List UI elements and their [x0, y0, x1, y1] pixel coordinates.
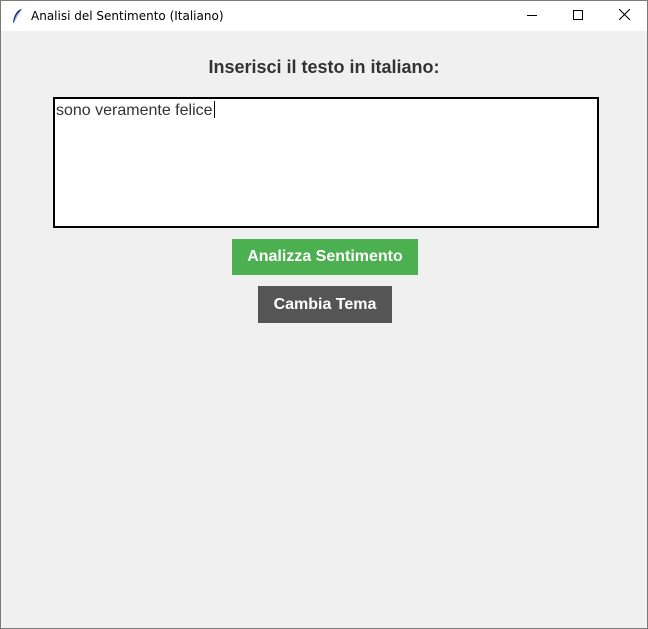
change-theme-button[interactable]: Cambia Tema	[258, 286, 392, 323]
app-window: Analisi del Sentimento (Italiano) Inseri…	[0, 0, 648, 629]
window-controls	[509, 1, 647, 31]
window-title: Analisi del Sentimento (Italiano)	[31, 9, 224, 23]
maximize-button[interactable]	[555, 1, 601, 31]
minimize-icon	[527, 7, 537, 25]
text-input-value: sono veramente felice	[56, 102, 213, 119]
title-bar[interactable]: Analisi del Sentimento (Italiano)	[1, 1, 647, 31]
text-caret	[213, 101, 215, 118]
feather-icon	[10, 8, 24, 24]
close-icon	[618, 7, 630, 25]
close-button[interactable]	[601, 1, 647, 31]
main-content: Inserisci il testo in italiano: sono ver…	[1, 31, 647, 628]
maximize-icon	[573, 7, 583, 25]
text-input-area[interactable]: sono veramente felice	[53, 97, 599, 228]
minimize-button[interactable]	[509, 1, 555, 31]
input-prompt-heading: Inserisci il testo in italiano:	[208, 57, 440, 77]
analyze-sentiment-button[interactable]: Analizza Sentimento	[232, 239, 418, 275]
